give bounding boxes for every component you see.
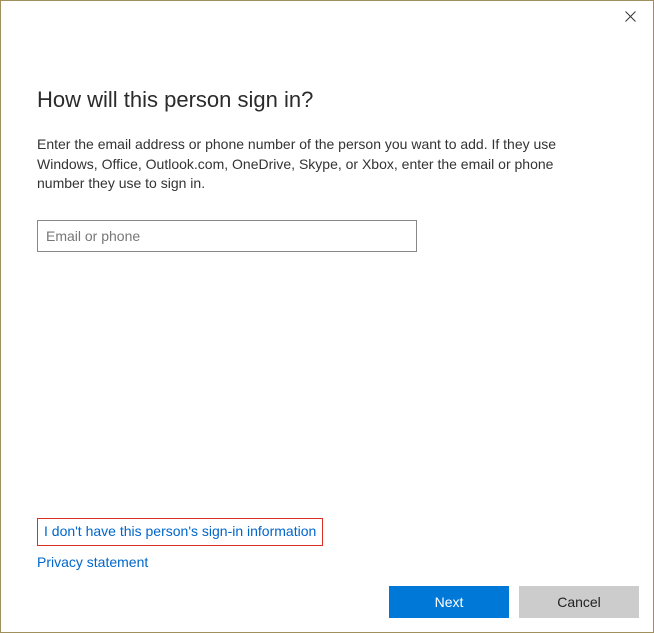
dialog-description: Enter the email address or phone number …: [37, 135, 597, 194]
dialog-links: I don't have this person's sign-in infor…: [37, 518, 617, 572]
dialog-heading: How will this person sign in?: [37, 87, 617, 113]
dialog-buttons: Next Cancel: [1, 586, 653, 632]
highlighted-link-box: I don't have this person's sign-in infor…: [37, 518, 323, 546]
email-or-phone-input[interactable]: [37, 220, 417, 252]
privacy-statement-link[interactable]: Privacy statement: [37, 554, 148, 570]
no-signin-info-link[interactable]: I don't have this person's sign-in infor…: [44, 523, 316, 539]
close-button[interactable]: [607, 1, 653, 31]
cancel-button[interactable]: Cancel: [519, 586, 639, 618]
dialog-content: How will this person sign in? Enter the …: [1, 33, 653, 586]
close-icon: [625, 11, 636, 22]
add-user-dialog: How will this person sign in? Enter the …: [0, 0, 654, 633]
next-button[interactable]: Next: [389, 586, 509, 618]
titlebar: [1, 1, 653, 33]
